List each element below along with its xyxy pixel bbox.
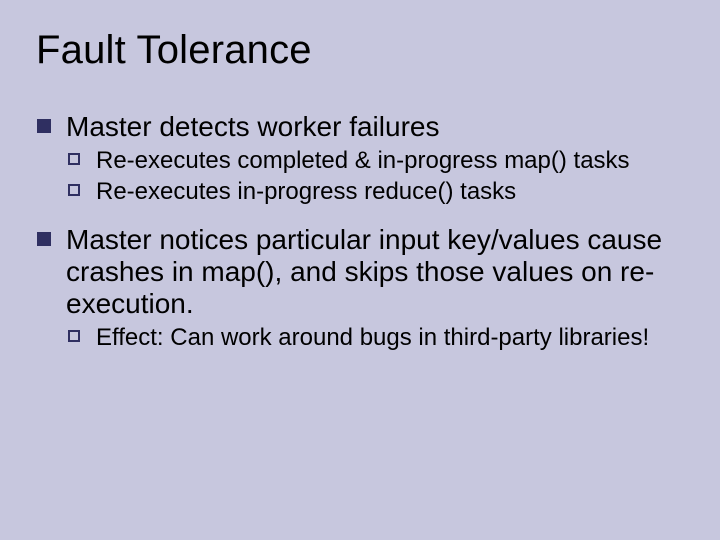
list-item: Re-executes in-progress reduce() tasks: [66, 178, 684, 206]
bullet-list: Master detects worker failures Re-execut…: [36, 111, 684, 353]
bullet-text: Master detects worker failures: [66, 111, 439, 142]
list-item: Master notices particular input key/valu…: [36, 224, 684, 353]
bullet-text: Master notices particular input key/valu…: [66, 224, 662, 319]
bullet-text: Re-executes in-progress reduce() tasks: [96, 178, 516, 205]
bullet-text: Effect: Can work around bugs in third-pa…: [96, 324, 649, 351]
sub-list: Effect: Can work around bugs in third-pa…: [66, 324, 684, 352]
slide-title: Fault Tolerance: [36, 28, 684, 73]
bullet-text: Re-executes completed & in-progress map(…: [96, 147, 630, 174]
sub-list: Re-executes completed & in-progress map(…: [66, 147, 684, 206]
list-item: Master detects worker failures Re-execut…: [36, 111, 684, 206]
list-item: Effect: Can work around bugs in third-pa…: [66, 324, 684, 352]
list-item: Re-executes completed & in-progress map(…: [66, 147, 684, 175]
slide: Fault Tolerance Master detects worker fa…: [0, 0, 720, 540]
